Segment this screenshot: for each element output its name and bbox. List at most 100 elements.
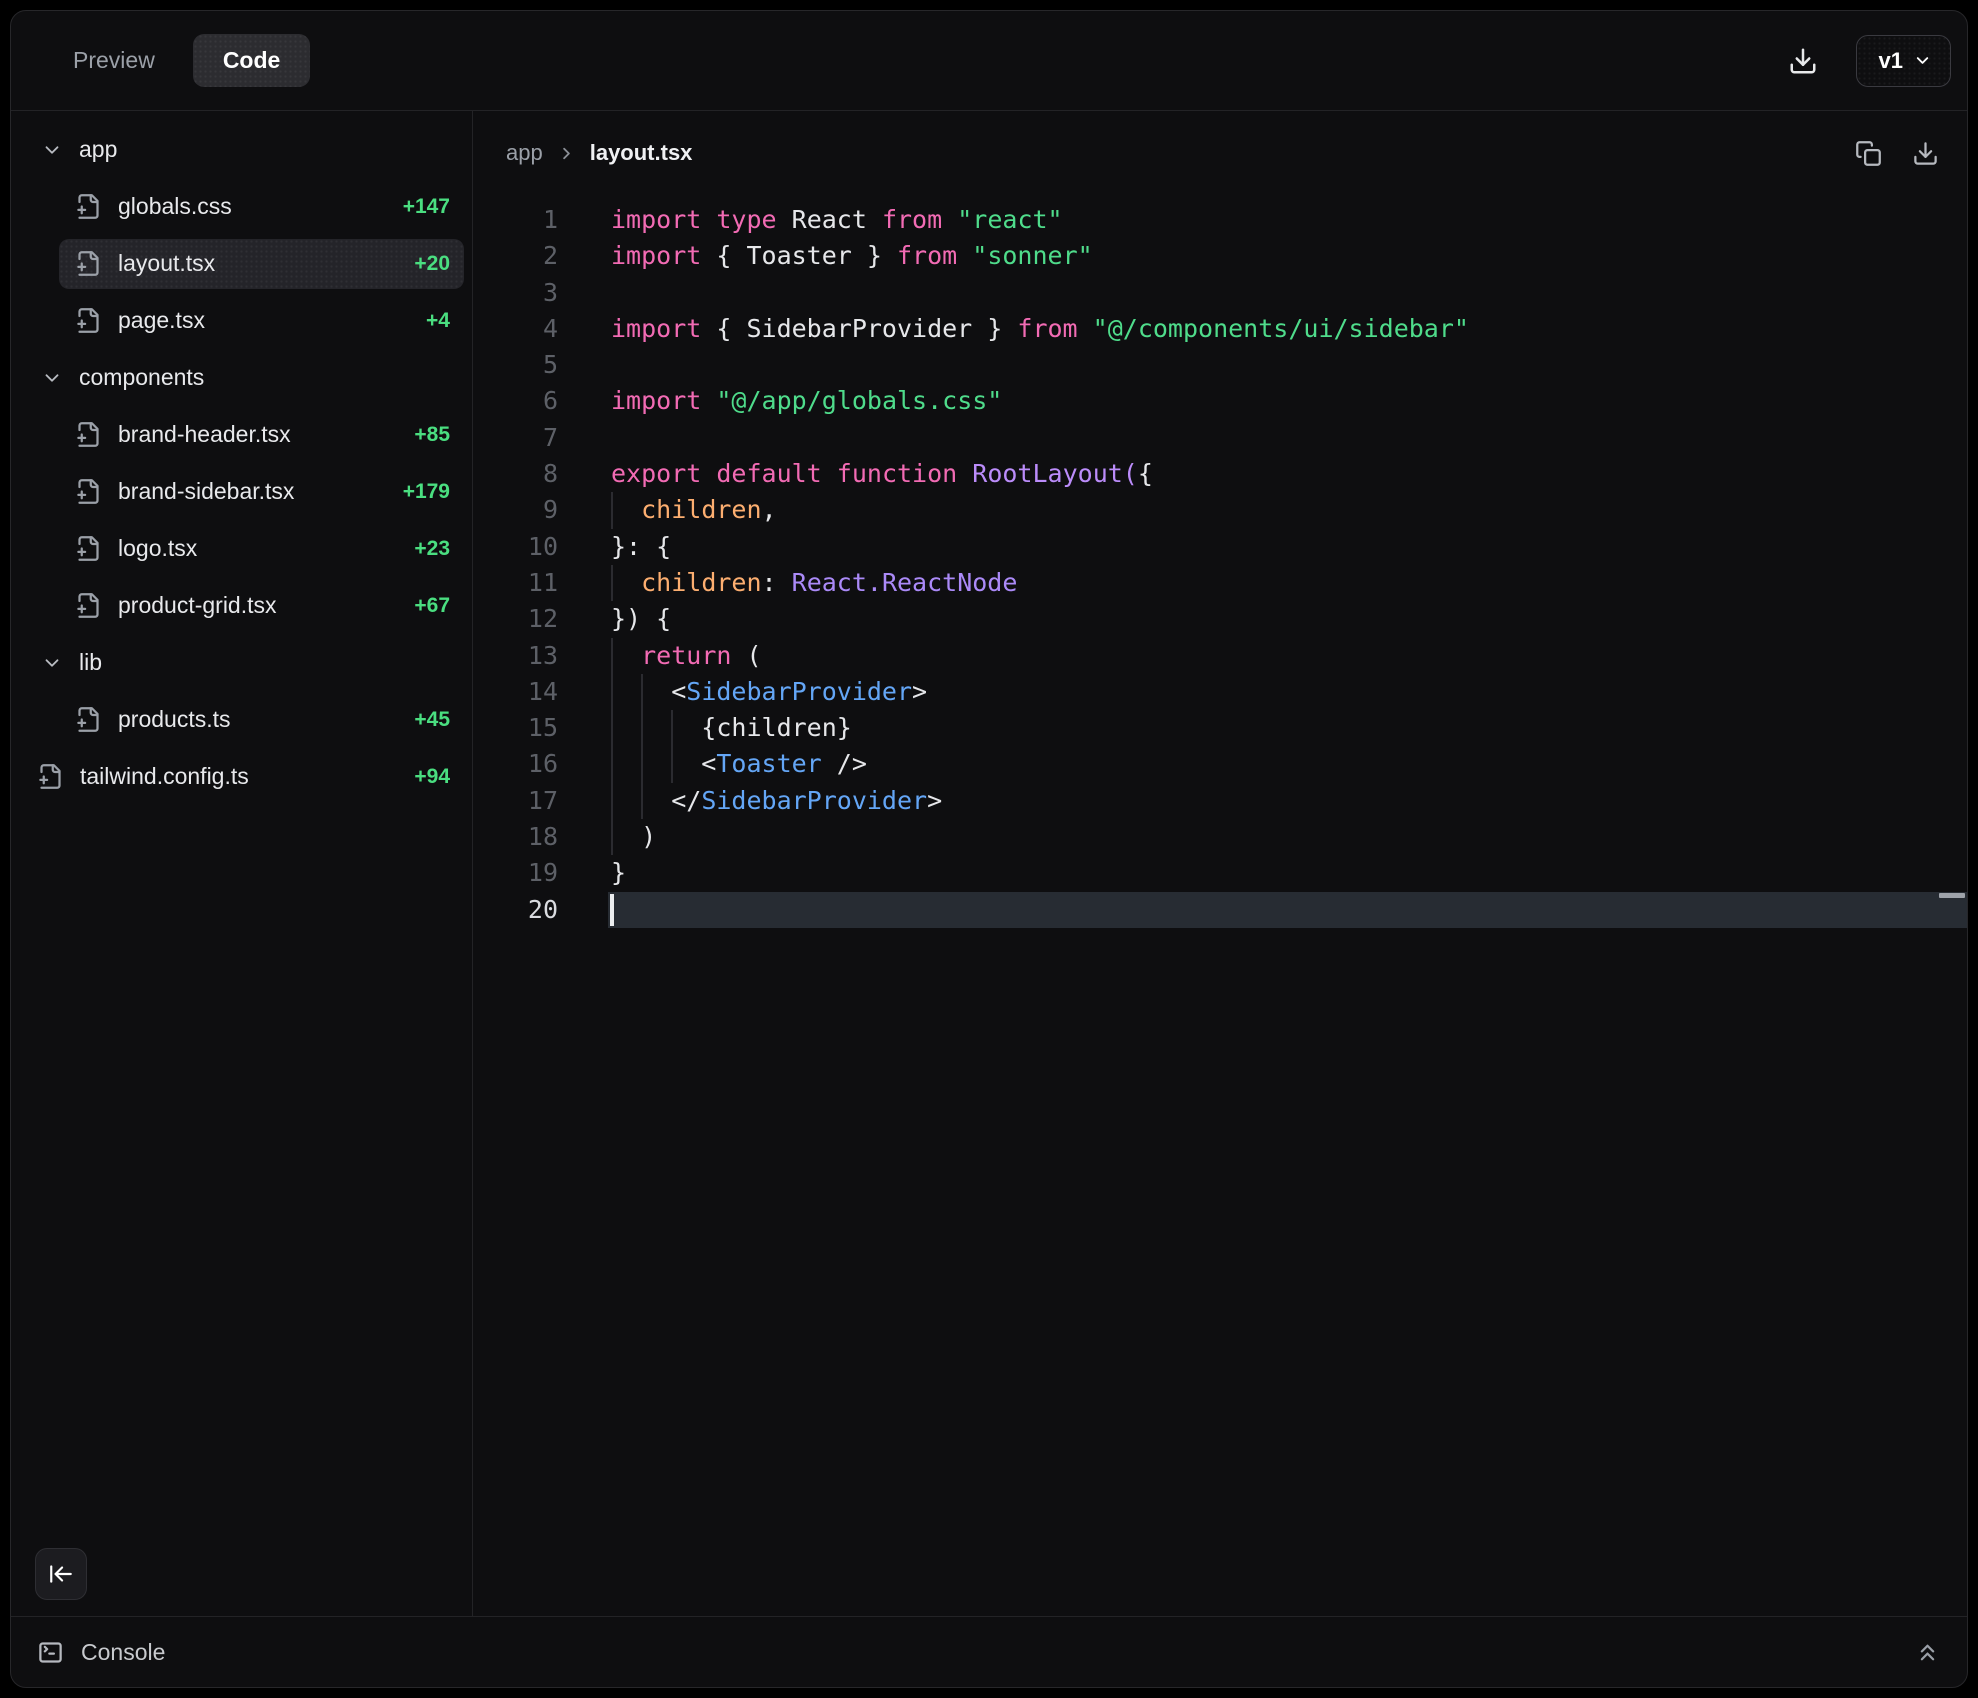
file-name: layout.tsx: [118, 250, 402, 277]
code-token: return: [641, 641, 731, 670]
code-line-2[interactable]: 2import { Toaster } from "sonner": [473, 238, 1967, 274]
file-name: product-grid.tsx: [118, 592, 402, 619]
diff-added-count: +45: [414, 708, 450, 732]
code-token: [701, 459, 716, 488]
tree-file-layout.tsx[interactable]: layout.tsx +20: [11, 235, 472, 292]
code-line-7[interactable]: 7: [473, 420, 1967, 456]
version-dropdown[interactable]: v1: [1856, 35, 1951, 87]
line-content: import { Toaster } from "sonner": [558, 238, 1967, 274]
tree-folder-components[interactable]: components: [11, 349, 472, 406]
tree-file-brand-sidebar.tsx[interactable]: brand-sidebar.tsx+179: [11, 463, 472, 520]
diff-added-count: +20: [414, 252, 450, 276]
code-line-10[interactable]: 10}: {: [473, 529, 1967, 565]
line-number: 6: [473, 383, 558, 419]
code-token: {: [1138, 459, 1153, 488]
code-token: import: [611, 241, 701, 270]
file-name: logo.tsx: [118, 535, 402, 562]
tab-preview[interactable]: Preview: [47, 35, 181, 86]
diff-added-count: +67: [414, 594, 450, 618]
code-line-14[interactable]: 14 <SidebarProvider>: [473, 674, 1967, 710]
line-number: 18: [473, 819, 558, 855]
file-row-box: globals.css+147: [59, 182, 464, 232]
tree-file-product-grid.tsx[interactable]: product-grid.tsx +67: [11, 577, 472, 634]
main-area: app globals.css+147 layout.tsx +20 page.t…: [11, 111, 1967, 1616]
code-line-6[interactable]: 6import "@/app/globals.css": [473, 383, 1967, 419]
code-line-15[interactable]: 15 {children}: [473, 710, 1967, 746]
code-line-12[interactable]: 12}) {: [473, 601, 1967, 637]
code-token: SidebarProvider: [686, 677, 912, 706]
code-line-20[interactable]: 20: [473, 892, 1967, 928]
console-bar[interactable]: Console: [11, 1616, 1967, 1687]
download-file-button[interactable]: [1904, 132, 1947, 175]
code-editor[interactable]: 1import type React from "react"2import {…: [473, 181, 1967, 1616]
line-content: [558, 420, 1967, 456]
chevron-down-icon: [41, 652, 63, 674]
code-token: React.ReactNode: [792, 568, 1018, 597]
scrollbar-thumb[interactable]: [1939, 893, 1965, 898]
line-number: 14: [473, 674, 558, 710]
line-number: 11: [473, 565, 558, 601]
code-line-18[interactable]: 18 ): [473, 819, 1967, 855]
code-token: React: [777, 205, 882, 234]
tab-code[interactable]: Code: [193, 34, 311, 87]
breadcrumb-file: layout.tsx: [590, 140, 693, 166]
code-line-4[interactable]: 4import { SidebarProvider } from "@/comp…: [473, 311, 1967, 347]
code-line-8[interactable]: 8export default function RootLayout({: [473, 456, 1967, 492]
code-token: [701, 386, 716, 415]
line-number: 1: [473, 202, 558, 238]
collapse-sidebar-button[interactable]: [35, 1548, 87, 1600]
code-line-17[interactable]: 17 </SidebarProvider>: [473, 783, 1967, 819]
line-number: 7: [473, 420, 558, 456]
file-plus-icon: [75, 478, 102, 505]
chevrons-up-icon[interactable]: [1908, 1633, 1947, 1672]
line-content: return (: [558, 638, 1967, 674]
code-line-9[interactable]: 9 children,: [473, 492, 1967, 528]
code-token: RootLayout: [972, 459, 1123, 488]
code-token: "sonner": [972, 241, 1092, 270]
code-token: Toaster: [716, 749, 821, 778]
line-content: }: [558, 855, 1967, 891]
line-number: 16: [473, 746, 558, 782]
code-line-1[interactable]: 1import type React from "react": [473, 202, 1967, 238]
code-line-13[interactable]: 13 return (: [473, 638, 1967, 674]
file-name: products.ts: [118, 706, 402, 733]
line-content: [558, 347, 1967, 383]
tree-file-page.tsx[interactable]: page.tsx+4: [11, 292, 472, 349]
code-token: </: [611, 786, 701, 815]
code-token: >: [927, 786, 942, 815]
download-icon: [1788, 46, 1818, 76]
code-token: from: [897, 241, 957, 270]
code-line-16[interactable]: 16 <Toaster />: [473, 746, 1967, 782]
file-plus-icon: [75, 307, 102, 334]
copy-code-button[interactable]: [1847, 132, 1890, 175]
download-button[interactable]: [1778, 36, 1828, 86]
code-line-19[interactable]: 19}: [473, 855, 1967, 891]
line-content: ): [558, 819, 1967, 855]
code-token: [701, 205, 716, 234]
code-token: export: [611, 459, 701, 488]
code-line-5[interactable]: 5: [473, 347, 1967, 383]
line-number: 2: [473, 238, 558, 274]
line-content: </SidebarProvider>: [558, 783, 1967, 819]
code-token: [822, 459, 837, 488]
diff-added-count: +179: [403, 480, 450, 504]
code-line-11[interactable]: 11 children: React.ReactNode: [473, 565, 1967, 601]
code-token: [942, 205, 957, 234]
tree-folder-lib[interactable]: lib: [11, 634, 472, 691]
code-line-3[interactable]: 3: [473, 275, 1967, 311]
tree-folder-app[interactable]: app: [11, 121, 472, 178]
diff-added-count: +147: [403, 195, 450, 219]
tree-file-logo.tsx[interactable]: logo.tsx+23: [11, 520, 472, 577]
code-token: from: [882, 205, 942, 234]
tree-file-brand-header.tsx[interactable]: brand-header.tsx+85: [11, 406, 472, 463]
top-toolbar: Preview Code v1: [11, 11, 1967, 111]
file-plus-icon: [75, 592, 102, 619]
file-row-box: product-grid.tsx +67: [59, 581, 464, 631]
file-row-box: page.tsx+4: [59, 296, 464, 346]
tree-file-tailwind.config.ts[interactable]: tailwind.config.ts+94: [11, 748, 472, 805]
folder-name: lib: [79, 649, 472, 676]
code-token: import: [611, 205, 701, 234]
tree-file-products.ts[interactable]: products.ts +45: [11, 691, 472, 748]
tree-file-globals.css[interactable]: globals.css+147: [11, 178, 472, 235]
code-token: [1078, 314, 1093, 343]
